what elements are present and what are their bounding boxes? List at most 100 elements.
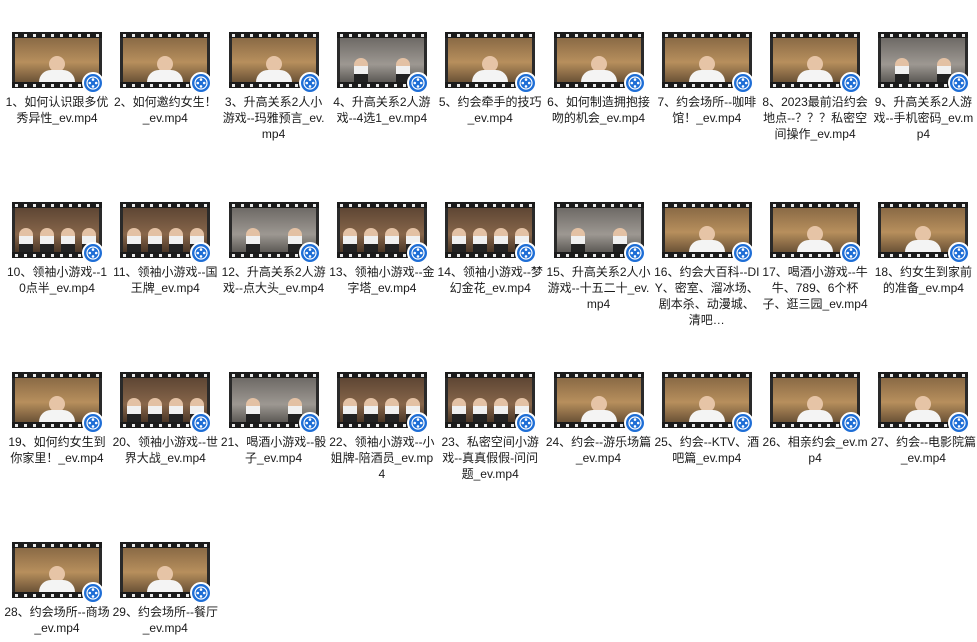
video-thumbnail xyxy=(661,202,754,264)
file-name-label: 17、喝酒小游戏--牛牛、789、6个杯子、逛三园_ev.mp4 xyxy=(762,265,868,311)
presenter-figure xyxy=(687,396,727,422)
video-file-item-8[interactable]: 8、2023最前沿约会地点--？？？私密空间操作_ev.mp4 xyxy=(762,32,868,142)
file-name-label: 29、约会场所--餐厅_ev.mp4 xyxy=(112,605,218,635)
video-file-item-24[interactable]: 24、约会--游乐场篇_ev.mp4 xyxy=(546,372,652,466)
video-file-item-13[interactable]: 13、领袖小游戏--金字塔_ev.mp4 xyxy=(329,202,435,296)
person-figure xyxy=(353,58,368,82)
video-player-icon xyxy=(731,412,754,434)
video-file-item-17[interactable]: 17、喝酒小游戏--牛牛、789、6个杯子、逛三园_ev.mp4 xyxy=(762,202,868,312)
presenter-body xyxy=(255,70,292,82)
file-name-label: 2、如何邀约女生！_ev.mp4 xyxy=(113,95,217,125)
video-player-icon xyxy=(731,72,754,94)
video-file-item-6[interactable]: 6、如何制造拥抱接吻的机会_ev.mp4 xyxy=(546,32,652,126)
video-thumbnail xyxy=(770,32,863,94)
presenter-figure xyxy=(37,56,77,82)
file-name-label: 11、领袖小游戏--国王牌_ev.mp4 xyxy=(113,265,218,295)
video-file-item-2[interactable]: 2、如何邀约女生！_ev.mp4 xyxy=(112,32,218,126)
video-thumbnail xyxy=(445,32,538,94)
person-figure xyxy=(168,228,183,252)
video-file-item-7[interactable]: 7、约会场所--咖啡馆！_ev.mp4 xyxy=(654,32,760,126)
video-file-item-28[interactable]: 28、约会场所--商场_ev.mp4 xyxy=(4,542,110,636)
video-thumbnail xyxy=(12,202,104,264)
file-name-label: 25、约会--KTV、酒吧篇_ev.mp4 xyxy=(654,435,760,465)
video-file-item-26[interactable]: 26、相亲约会_ev.mp4 xyxy=(762,372,868,466)
person-figure xyxy=(60,228,75,252)
person-figure xyxy=(343,398,358,422)
file-name-label: 13、领袖小游戏--金字塔_ev.mp4 xyxy=(329,265,435,295)
presenter-body xyxy=(147,580,184,592)
video-thumbnail xyxy=(661,372,754,434)
presenter-body xyxy=(797,240,834,252)
file-name-label: 14、领袖小游戏--梦幻金花_ev.mp4 xyxy=(437,265,543,295)
video-file-item-21[interactable]: 21、喝酒小游戏--骰子_ev.mp4 xyxy=(221,372,327,466)
video-player-icon xyxy=(948,242,971,264)
video-thumbnail xyxy=(336,372,429,434)
video-thumbnail xyxy=(770,372,863,434)
video-file-item-1[interactable]: 1、如何认识跟多优秀异性_ev.mp4 xyxy=(4,32,110,126)
presenter-figure xyxy=(795,226,835,252)
video-file-item-25[interactable]: 25、约会--KTV、酒吧篇_ev.mp4 xyxy=(654,372,760,466)
file-name-label: 24、约会--游乐场篇_ev.mp4 xyxy=(545,435,652,465)
person-figure xyxy=(245,228,260,252)
video-player-icon xyxy=(840,242,863,264)
video-file-item-19[interactable]: 19、如何约女生到你家里！_ev.mp4 xyxy=(4,372,110,466)
file-name-label: 23、私密空间小游戏--真真假假-问问题_ev.mp4 xyxy=(441,435,539,481)
person-figure xyxy=(168,398,183,422)
person-figure xyxy=(472,398,487,422)
presenter-body xyxy=(472,70,509,82)
video-thumbnail xyxy=(878,202,971,264)
file-name-label: 5、约会牵手的技巧_ev.mp4 xyxy=(438,95,542,125)
video-thumbnail xyxy=(445,372,538,434)
video-file-item-15[interactable]: 15、升高关系2人小游戏--十五二十_ev.mp4 xyxy=(546,202,652,312)
video-thumbnail xyxy=(120,542,213,604)
file-name-label: 6、如何制造拥抱接吻的机会_ev.mp4 xyxy=(547,95,650,125)
file-name-label: 9、升高关系2人游戏--手机密码_ev.mp4 xyxy=(873,95,974,141)
presenter-figure xyxy=(145,566,185,592)
video-file-item-27[interactable]: 27、约会--电影院篇_ev.mp4 xyxy=(870,372,976,466)
person-figure xyxy=(493,228,508,252)
person-figure xyxy=(364,398,379,422)
video-file-item-22[interactable]: 22、领袖小游戏--小姐牌-陪酒员_ev.mp4 xyxy=(329,372,435,482)
presenter-figure xyxy=(903,226,943,252)
file-name-label: 22、领袖小游戏--小姐牌-陪酒员_ev.mp4 xyxy=(329,435,435,481)
video-file-item-3[interactable]: 3、升高关系2人小游戏--玛雅预言_ev.mp4 xyxy=(221,32,327,142)
video-file-item-18[interactable]: 18、约女生到家前的准备_ev.mp4 xyxy=(870,202,976,296)
video-player-icon xyxy=(298,242,321,264)
video-file-item-29[interactable]: 29、约会场所--餐厅_ev.mp4 xyxy=(112,542,218,636)
presenter-figure xyxy=(579,56,619,82)
file-name-label: 7、约会场所--咖啡馆！_ev.mp4 xyxy=(657,95,757,125)
person-figure xyxy=(451,398,466,422)
video-player-icon xyxy=(731,242,754,264)
video-thumbnail xyxy=(12,372,104,434)
file-name-label: 26、相亲约会_ev.mp4 xyxy=(762,435,868,465)
video-file-item-9[interactable]: 9、升高关系2人游戏--手机密码_ev.mp4 xyxy=(870,32,976,142)
file-name-label: 12、升高关系2人游戏--点大头_ev.mp4 xyxy=(221,265,326,295)
video-player-icon xyxy=(515,242,538,264)
video-file-item-23[interactable]: 23、私密空间小游戏--真真假假-问问题_ev.mp4 xyxy=(437,372,543,482)
file-name-label: 4、升高关系2人游戏--4选1_ev.mp4 xyxy=(333,95,431,125)
video-file-item-20[interactable]: 20、领袖小游戏--世界大战_ev.mp4 xyxy=(112,372,218,466)
presenter-body xyxy=(688,410,725,422)
video-thumbnail xyxy=(120,32,213,94)
video-player-icon xyxy=(82,412,104,434)
file-name-label: 18、约女生到家前的准备_ev.mp4 xyxy=(874,265,973,295)
video-file-item-12[interactable]: 12、升高关系2人游戏--点大头_ev.mp4 xyxy=(221,202,327,296)
video-player-icon xyxy=(298,72,321,94)
video-file-item-4[interactable]: 4、升高关系2人游戏--4选1_ev.mp4 xyxy=(329,32,435,126)
video-thumbnail xyxy=(770,202,863,264)
video-file-item-10[interactable]: 10、领袖小游戏--10点半_ev.mp4 xyxy=(4,202,110,296)
file-name-label: 19、如何约女生到你家里！_ev.mp4 xyxy=(8,435,106,465)
video-player-icon xyxy=(82,582,104,604)
presenter-body xyxy=(797,70,834,82)
person-figure xyxy=(126,398,141,422)
video-player-icon xyxy=(406,412,429,434)
video-player-icon xyxy=(406,72,429,94)
video-thumbnail xyxy=(553,202,646,264)
video-file-item-14[interactable]: 14、领袖小游戏--梦幻金花_ev.mp4 xyxy=(437,202,543,296)
person-figure xyxy=(126,228,141,252)
video-file-item-5[interactable]: 5、约会牵手的技巧_ev.mp4 xyxy=(437,32,543,126)
video-thumbnail xyxy=(12,32,104,94)
file-name-label: 3、升高关系2人小游戏--玛雅预言_ev.mp4 xyxy=(222,95,325,141)
video-file-item-11[interactable]: 11、领袖小游戏--国王牌_ev.mp4 xyxy=(112,202,218,296)
video-file-item-16[interactable]: 16、约会大百科--DIY、密室、溜冰场、剧本杀、动漫城、清吧… xyxy=(654,202,760,328)
